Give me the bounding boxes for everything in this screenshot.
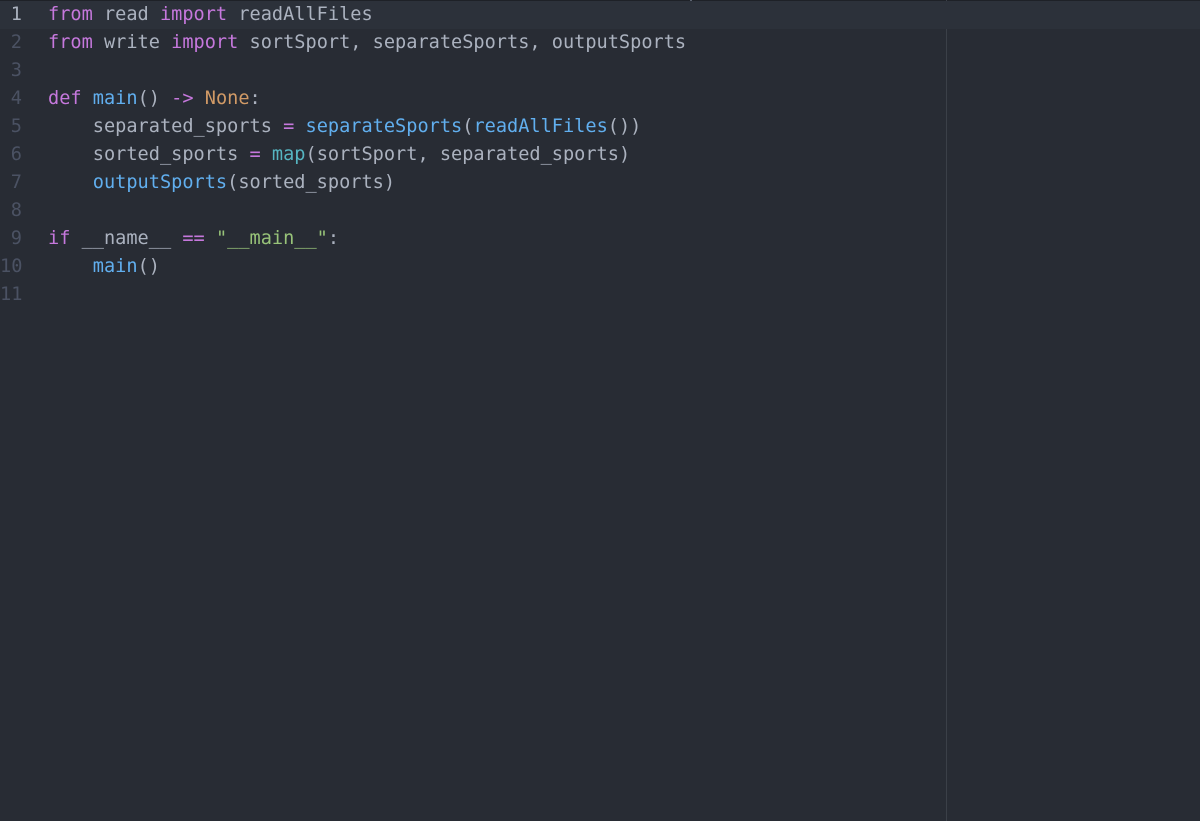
token-plain: sorted_sports <box>48 144 250 165</box>
token-plain: readAllFiles <box>227 4 373 25</box>
token-function: outputSports <box>92 172 228 193</box>
code-editor[interactable]: 1 from read import readAllFiles 2 from writ… <box>0 1 1200 309</box>
token-function: separateSports <box>305 116 463 137</box>
line-code: if __name__ == "__main__": <box>48 225 339 253</box>
code-line[interactable]: 10 main() <box>0 253 1200 281</box>
token-string: "__main__" <box>215 228 328 249</box>
token-plain: (sorted_sports) <box>227 172 396 193</box>
line-number: 10 <box>0 256 23 277</box>
token-plain: read <box>92 4 160 25</box>
line-code: outputSports(sorted_sports) <box>48 169 395 197</box>
line-code: def main() -> None: <box>48 85 261 113</box>
token-plain: () <box>137 256 160 277</box>
line-code: from read import readAllFiles <box>48 1 373 29</box>
token-keyword: import <box>171 32 239 53</box>
token-plain: ( <box>462 116 474 137</box>
token-plain: separated_sports <box>48 116 284 137</box>
token-function: main <box>92 256 138 277</box>
line-number: 1 <box>10 4 22 25</box>
token-keyword: import <box>159 4 228 25</box>
token-keyword: -> <box>171 88 194 109</box>
code-line[interactable]: 5 separated_sports = separateSports(read… <box>0 113 1200 141</box>
code-line[interactable]: 7 outputSports(sorted_sports) <box>0 169 1200 197</box>
code-line[interactable]: 3 <box>0 57 1200 85</box>
line-number: 5 <box>10 116 22 137</box>
token-keyword: from <box>48 4 93 25</box>
token-plain: () <box>137 88 172 109</box>
line-number: 9 <box>10 228 22 249</box>
token-keyword: == <box>182 228 205 249</box>
code-line[interactable]: 6 sorted_sports = map(sortSport, separat… <box>0 141 1200 169</box>
line-number: 7 <box>10 172 22 193</box>
token-keyword: from <box>48 32 93 53</box>
line-number: 8 <box>10 200 22 221</box>
token-function: readAllFiles <box>473 116 608 137</box>
token-builtin: map <box>271 144 306 165</box>
line-code: sorted_sports = map(sortSport, separated… <box>48 141 630 169</box>
token-plain: __name__ <box>70 228 183 249</box>
token-plain: sortSport, separateSports, outputSports <box>238 32 687 53</box>
code-line[interactable]: 11 <box>0 281 1200 309</box>
code-line[interactable]: 1 from read import readAllFiles <box>0 1 1200 29</box>
token-keyword: if <box>48 228 71 249</box>
token-keyword: = <box>249 144 261 165</box>
line-number: 11 <box>0 284 23 305</box>
token-plain: : <box>327 228 340 249</box>
line-number: 3 <box>10 60 22 81</box>
code-line[interactable]: 2 from write import sortSport, separateSp… <box>0 29 1200 57</box>
line-code: from write import sortSport, separateSpo… <box>48 29 686 57</box>
token-keyword: = <box>283 116 295 137</box>
token-keyword: def <box>48 88 82 109</box>
token-plain: ()) <box>607 116 642 137</box>
token-plain: : <box>249 88 261 109</box>
line-number: 6 <box>10 144 22 165</box>
code-line[interactable]: 8 <box>0 197 1200 225</box>
token-plain: (sortSport, separated_sports) <box>305 144 631 165</box>
code-line[interactable]: 4 def main() -> None: <box>0 85 1200 113</box>
code-line[interactable]: 9 if __name__ == "__main__": <box>0 225 1200 253</box>
line-code: main() <box>48 253 160 281</box>
line-code: separated_sports = separateSports(readAl… <box>48 113 642 141</box>
token-constant: None <box>204 88 250 109</box>
line-number: 2 <box>10 32 22 53</box>
token-plain: write <box>92 32 172 53</box>
token-function: main <box>92 88 138 109</box>
line-number: 4 <box>10 88 22 109</box>
